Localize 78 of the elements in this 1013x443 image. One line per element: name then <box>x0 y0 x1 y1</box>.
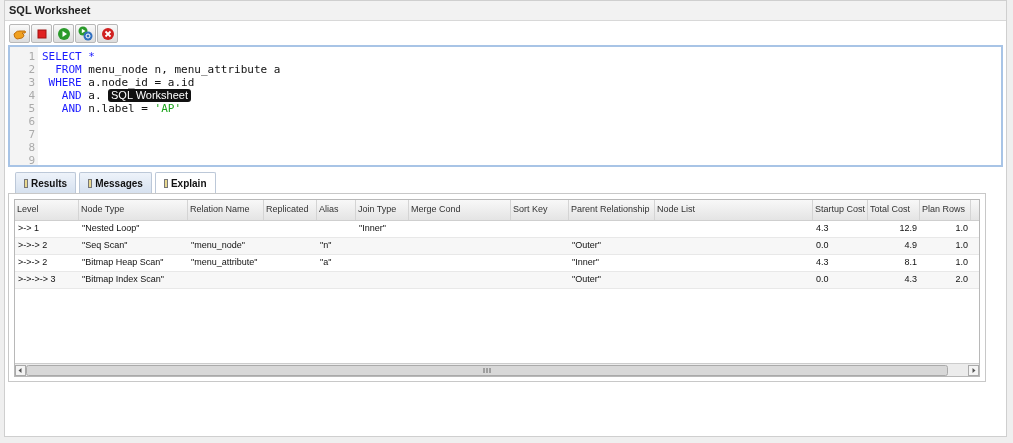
tab-icon <box>88 178 93 188</box>
column-header[interactable]: Startup Cost <box>813 200 868 220</box>
toolbar-button[interactable] <box>75 24 96 43</box>
table-cell-text: >->->-> 3 <box>17 273 57 287</box>
table-cell-text: "Bitmap Heap Scan" <box>81 256 165 270</box>
column-header[interactable]: Parent Relationship <box>569 200 655 220</box>
table-cell-text: 12.9 <box>898 222 918 236</box>
table-cell-text: 4.3 <box>815 256 830 270</box>
table-cell-text: >-> 1 <box>17 222 40 236</box>
table-cell-text: "menu_attribute" <box>190 256 259 270</box>
tab[interactable]: Explain <box>154 172 216 193</box>
table-cell-text: "n" <box>319 239 333 253</box>
line-number: 1 <box>28 50 35 63</box>
column-header[interactable]: Level <box>15 200 79 220</box>
table-cell-text: >->-> 2 <box>17 256 49 270</box>
table-cell-text: >->-> 2 <box>17 239 49 253</box>
toolbar-button[interactable] <box>9 24 30 43</box>
line-number: 4 <box>28 89 35 102</box>
column-header[interactable]: Alias <box>317 200 356 220</box>
line-number: 3 <box>28 76 35 89</box>
table-cell-text: "Nested Loop" <box>81 222 141 236</box>
table-cell-text: "Bitmap Index Scan" <box>81 273 165 287</box>
column-header[interactable]: Merge Cond <box>409 200 511 220</box>
column-header[interactable]: Plan Rows <box>920 200 971 220</box>
table-cell-text: "a" <box>319 256 333 270</box>
line-number: 9 <box>28 154 35 167</box>
line-number: 2 <box>28 63 35 76</box>
table-cell-text: 4.3 <box>815 222 830 236</box>
tab[interactable]: Results <box>15 172 77 193</box>
sql-text: menu_node n, menu_attribute a <box>87 63 281 76</box>
table-cell-text: 0.0 <box>815 273 830 287</box>
column-header[interactable]: Node Type <box>79 200 188 220</box>
table-cell-text: "Outer" <box>571 273 602 287</box>
play-icon <box>56 26 71 41</box>
table-cell-text: "Inner" <box>358 222 387 236</box>
sql-text: n.label = <box>87 102 149 115</box>
table-cell-text: "Outer" <box>571 239 602 253</box>
column-header[interactable]: Relation Name <box>188 200 264 220</box>
stop-icon <box>35 27 48 40</box>
tab[interactable]: Messages <box>79 172 152 193</box>
sql-keyword: AND <box>60 102 82 115</box>
line-number: 6 <box>28 115 35 128</box>
sql-string: 'AP' <box>154 102 182 115</box>
table-cell-text: "menu_node" <box>190 239 246 253</box>
table-cell-text: 4.9 <box>903 239 918 253</box>
sql-keyword: AND <box>60 89 82 102</box>
sql-keyword: SELECT * <box>42 50 95 63</box>
table-cell-text: 1.0 <box>954 239 969 253</box>
toolbar-button[interactable] <box>53 24 74 43</box>
sql-keyword: FROM <box>54 63 82 76</box>
sql-text: a.node_id = a.id <box>87 76 195 89</box>
table-cell-text: 2.0 <box>954 273 969 287</box>
column-header[interactable]: Node List <box>655 200 813 220</box>
cancel-icon <box>100 26 115 41</box>
table-cell-text: "Seq Scan" <box>81 239 129 253</box>
table-cell-text: 1.0 <box>954 222 969 236</box>
toolbar-button[interactable] <box>97 24 118 43</box>
sql-text: a. <box>87 89 102 102</box>
column-header[interactable]: Sort Key <box>511 200 569 220</box>
tooltip: SQL Worksheet <box>108 89 192 102</box>
table-cell-text: 0.0 <box>815 239 830 253</box>
table-cell-text: 8.1 <box>903 256 918 270</box>
table-cell-text: 4.3 <box>903 273 918 287</box>
line-number: 7 <box>28 128 35 141</box>
column-header[interactable]: Total Cost <box>868 200 920 220</box>
table-cell-text: 1.0 <box>954 256 969 270</box>
scroll-right-icon <box>968 364 979 376</box>
line-number: 5 <box>28 102 35 115</box>
tab-icon <box>24 178 28 188</box>
sql-keyword: WHERE <box>47 76 82 89</box>
column-header[interactable]: Replicated <box>264 200 317 220</box>
window-title: SQL Worksheet <box>9 3 91 19</box>
line-number: 8 <box>28 141 35 154</box>
table-cell-text: "Inner" <box>571 256 600 270</box>
tab-icon <box>163 178 168 188</box>
toolbar-button[interactable] <box>31 24 52 43</box>
column-header[interactable]: Join Type <box>356 200 409 220</box>
scroll-left-icon <box>15 364 26 376</box>
